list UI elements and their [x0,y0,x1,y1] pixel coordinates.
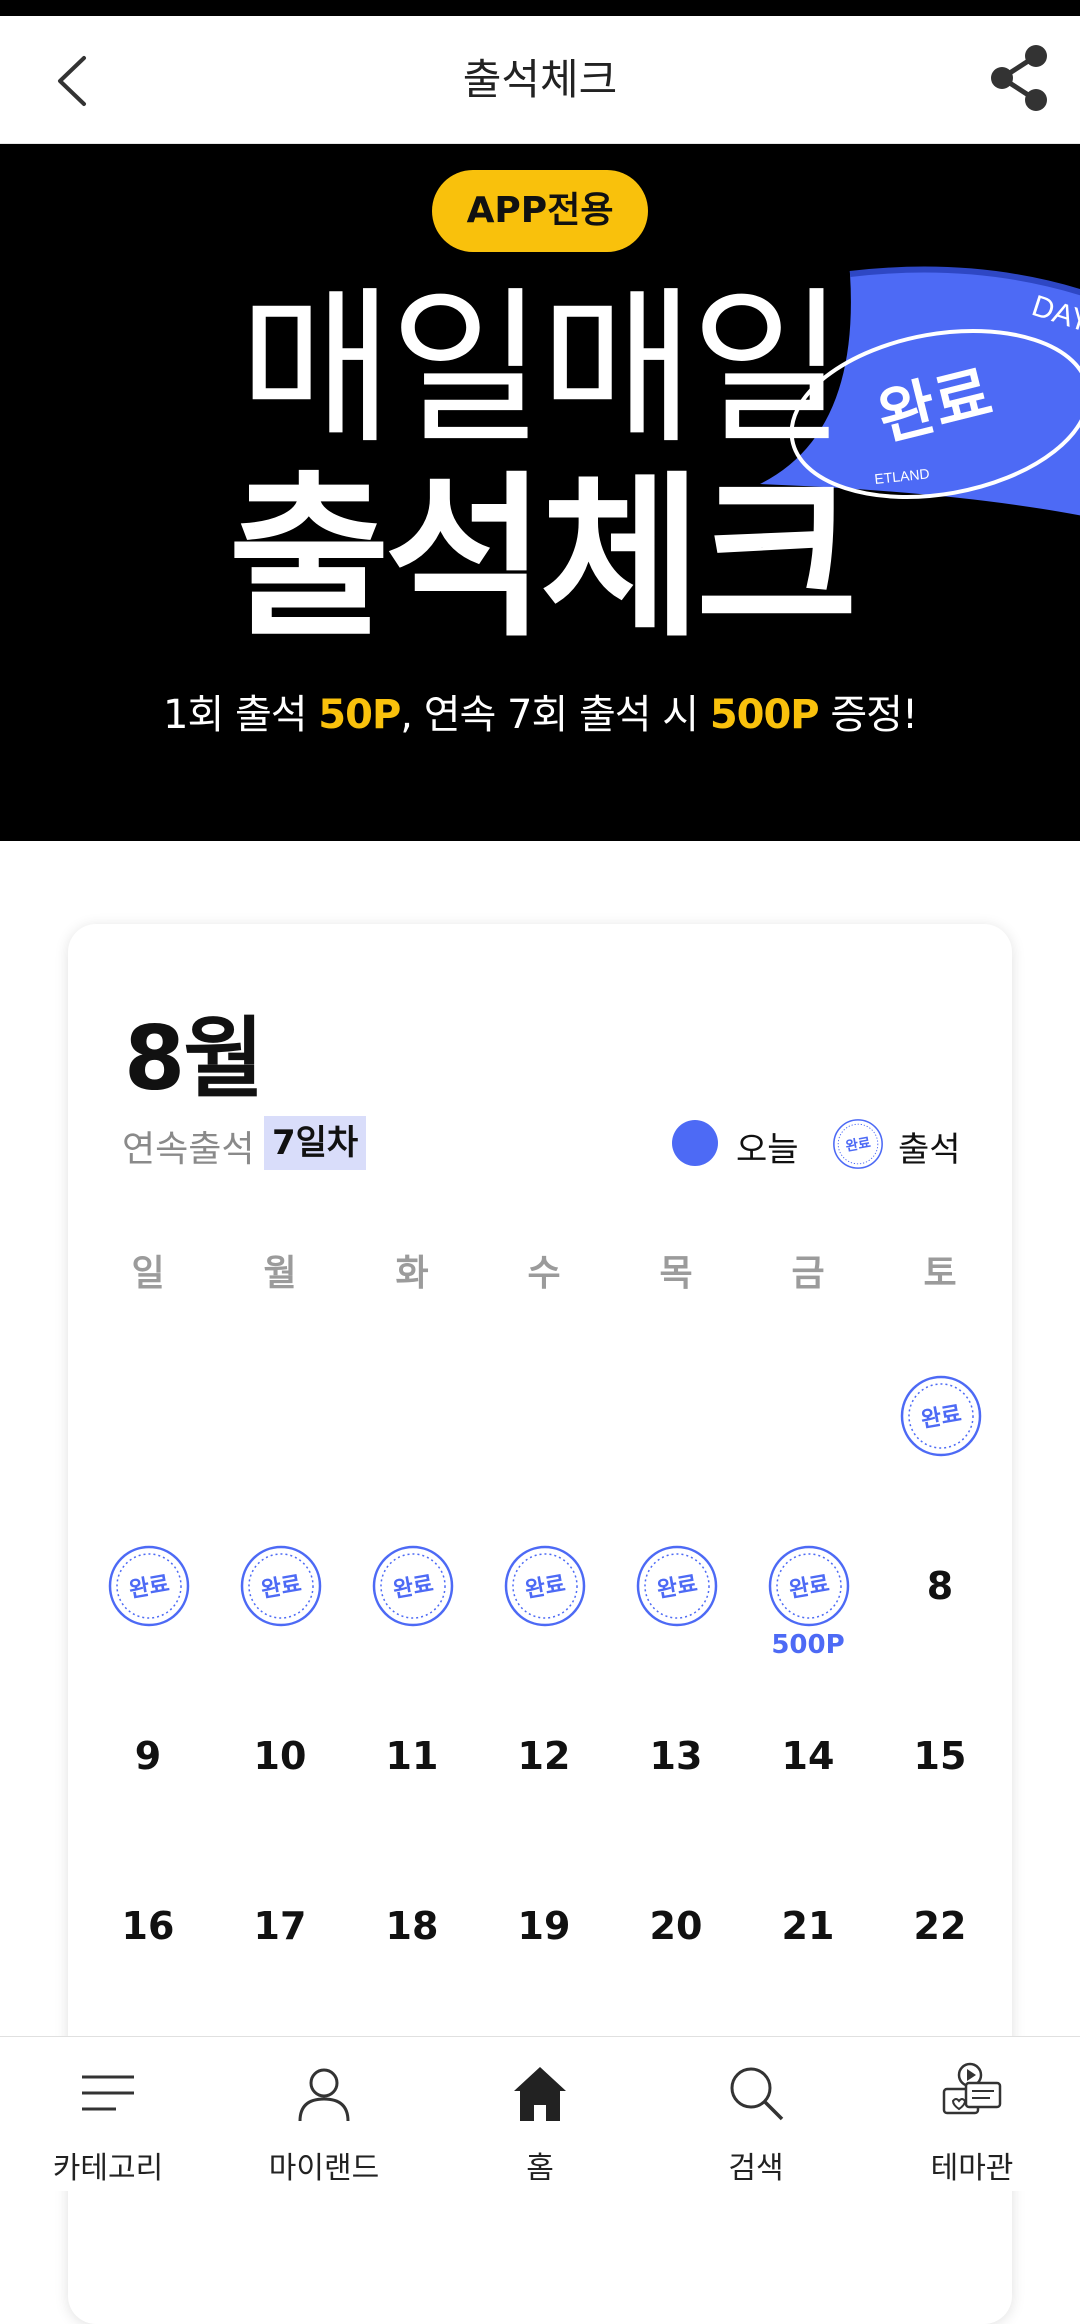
tab-label: 홈 [526,2151,554,2186]
status-bar [0,0,1080,16]
attend-stamp-icon: 완료 [372,1545,454,1627]
banner-headline-2: 출석체크 [228,456,858,661]
calendar-day[interactable]: 12 [478,1690,610,1822]
day-number: 11 [385,1734,439,1778]
calendar-day[interactable]: 9 [82,1690,214,1822]
menu-icon [82,2075,134,2111]
calendar-day[interactable]: 14 [742,1690,874,1822]
calendar-day[interactable]: 16 [82,1860,214,1992]
attend-stamp-icon: 완료 [108,1545,190,1627]
attend-stamp-icon: 완료 [833,1119,883,1169]
tab-search[interactable]: 검색 [648,2037,864,2192]
weekday-sat: 토 [923,1253,957,1294]
tab-label: 마이랜드 [268,2151,380,2186]
calendar-day[interactable]: 10 [214,1690,346,1822]
day-number: 13 [649,1734,703,1778]
bottom-tab-bar: 카테고리 마이랜드 홈 검색 테마관 [0,2036,1080,2191]
day-number: 22 [913,1904,967,1948]
banner-subtitle: 1회 출석 50P, 연속 7회 출석 시 500P 증정! [0,682,1080,740]
user-icon [298,2068,350,2122]
attend-stamp-icon: 완료 [636,1545,718,1627]
tab-myland[interactable]: 마이랜드 [216,2037,432,2192]
calendar-day[interactable]: 22 [874,1860,1006,1992]
weekday-fri: 금 [791,1253,825,1294]
day-number: 21 [781,1904,835,1948]
attend-legend-label: 출석 [898,1130,961,1170]
banner-headline-1: 매일매일 [238,271,845,467]
banner-sub-text: 1회 출석 [163,692,319,738]
calendar-day[interactable]: 18 [346,1860,478,1992]
calendar-day-attended[interactable]: 완료 [82,1520,214,1652]
calendar-day-attended[interactable]: 완료 [478,1520,610,1652]
calendar-day[interactable]: 13 [610,1690,742,1822]
search-icon [730,2067,784,2121]
calendar-day-attended[interactable]: 완료 [346,1520,478,1652]
tab-home[interactable]: 홈 [432,2037,648,2192]
app-only-badge: APP전용 [432,170,648,252]
attendance-banner: DAY 완료 ETLAND APP전용 매일매일 출석체크 1회 출석 50P,… [0,144,1080,841]
today-legend-label: 오늘 [736,1130,799,1170]
today-legend-dot [672,1120,718,1166]
weekday-sun: 일 [131,1253,165,1294]
day-number: 14 [781,1734,835,1778]
weekday-wed: 수 [527,1253,561,1294]
banner-sub-text: , 연속 7회 출석 시 [400,692,710,738]
day-number: 12 [517,1734,571,1778]
day-number: 9 [134,1734,162,1778]
day-number: 19 [517,1904,571,1948]
day-number: 10 [253,1734,307,1778]
page-title: 출석체크 [462,55,618,104]
weekday-tue: 화 [395,1253,429,1294]
streak-label: 연속출석 [122,1129,255,1170]
calendar-day[interactable]: 19 [478,1860,610,1992]
attend-stamp-icon: 완료 [768,1545,850,1627]
calendar-day[interactable]: 21 [742,1860,874,1992]
calendar-day[interactable]: 11 [346,1690,478,1822]
banner-sub-text: 증정! [818,692,918,738]
home-icon [514,2067,566,2121]
day-number: 17 [253,1904,307,1948]
day-number: 20 [649,1904,703,1948]
app-header: 출석체크 [0,16,1080,144]
tab-label: 테마관 [930,2151,1014,2186]
attend-stamp-icon: 완료 [504,1545,586,1627]
calendar-day-attended[interactable]: 완료 [610,1520,742,1652]
banner-sub-points: 500P [709,692,820,738]
month-title: 8월 [124,1007,264,1110]
day-number: 8 [926,1564,954,1608]
reward-label: 500P [771,1630,845,1660]
calendar-day-attended[interactable]: 완료 [214,1520,346,1652]
calendar-day-attended[interactable]: 완료 500P [742,1520,874,1660]
calendar-day-attended[interactable]: 완료 [874,1350,1006,1482]
theme-chat-icon [942,2062,1002,2115]
tab-label: 검색 [728,2151,784,2186]
calendar-day[interactable]: 20 [610,1860,742,1992]
weekday-mon: 월 [263,1253,297,1294]
tab-category[interactable]: 카테고리 [0,2037,216,2192]
calendar-day[interactable]: 17 [214,1860,346,1992]
day-number: 15 [913,1734,967,1778]
calendar-day[interactable]: 8 [874,1520,1006,1652]
calendar-day[interactable]: 15 [874,1690,1006,1822]
day-number: 16 [121,1904,175,1948]
streak-value: 7일차 [264,1116,367,1170]
share-button[interactable] [980,38,1060,118]
tab-theme[interactable]: 테마관 [864,2037,1080,2192]
attend-stamp-icon: 완료 [900,1375,982,1457]
day-number: 18 [385,1904,439,1948]
banner-sub-points: 50P [318,692,401,738]
tab-label: 카테고리 [52,2151,164,2186]
weekday-thu: 목 [659,1253,693,1294]
share-icon [991,45,1047,111]
attend-stamp-icon: 완료 [240,1545,322,1627]
